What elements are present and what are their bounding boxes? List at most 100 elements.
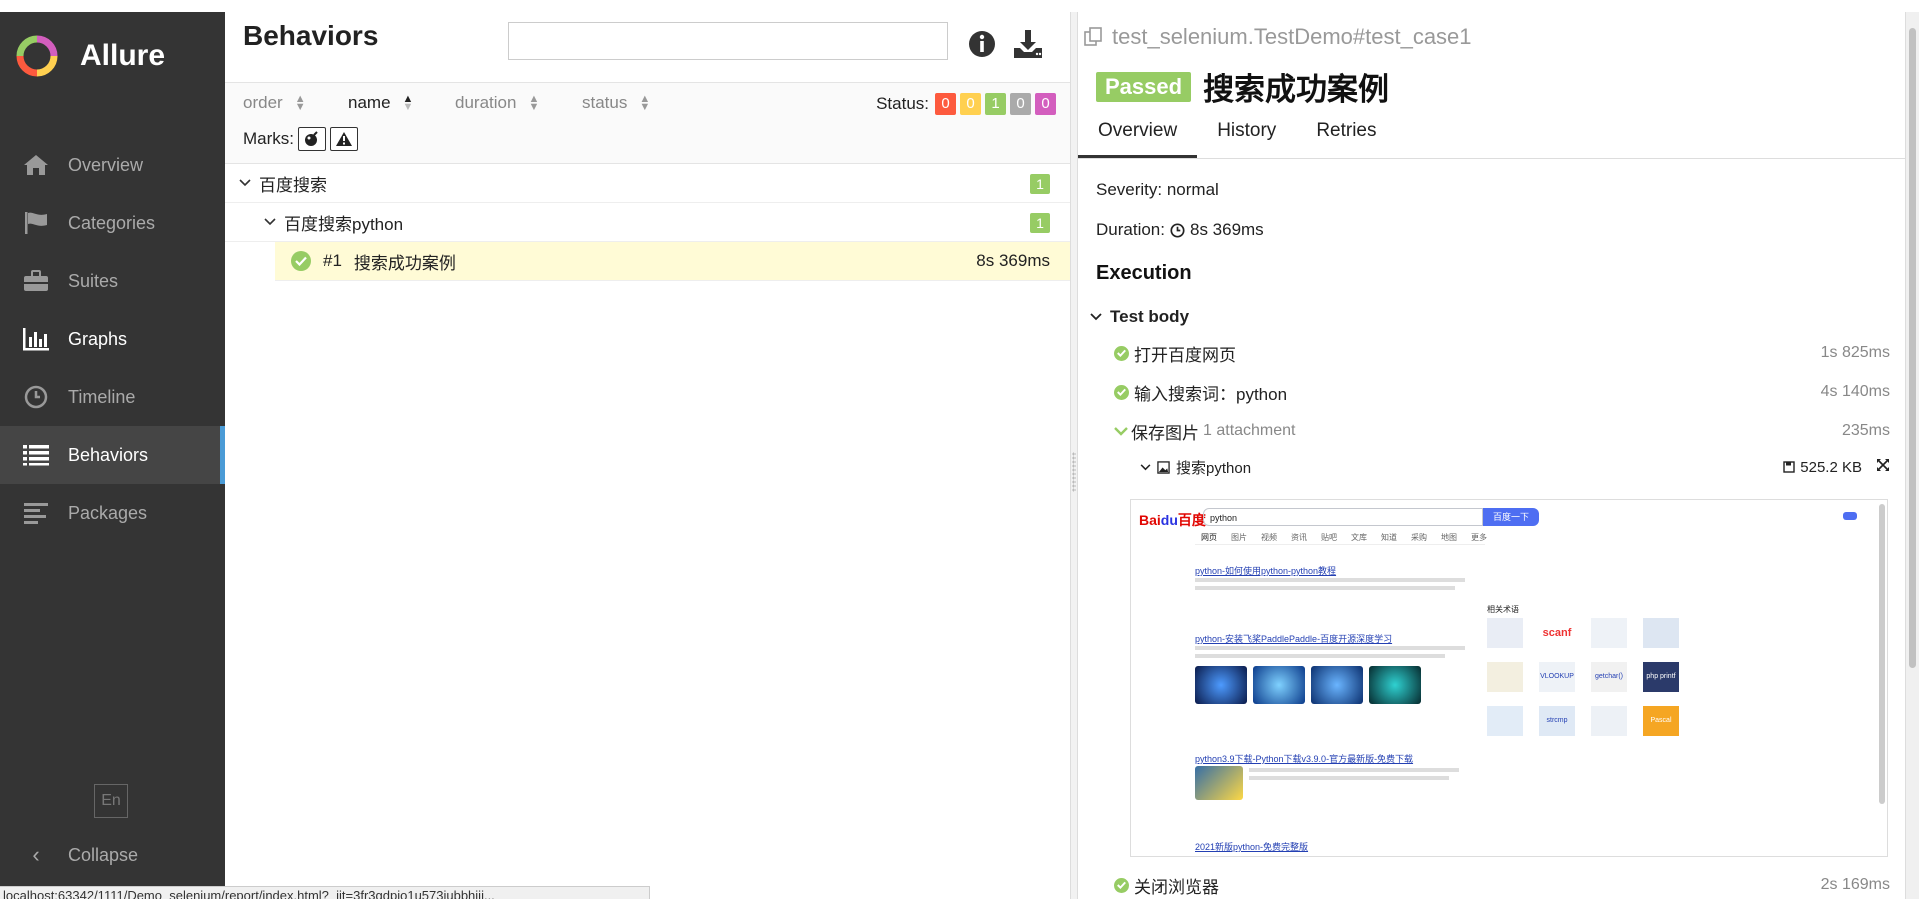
sort-toolbar: order ▲ ▼ name ▲ ▼ duration ▲ ▼ status ▲ ▼ S… [225, 82, 1070, 164]
step-row[interactable]: 输入搜索词：python 4s 140ms [1114, 377, 1890, 407]
thumb-right-tile [1591, 706, 1627, 736]
clock-icon [22, 384, 50, 410]
sidebar-item-label: Suites [68, 270, 119, 291]
save-icon [1783, 461, 1795, 473]
thumb-result-line [1195, 654, 1445, 658]
tab-retries[interactable]: Retries [1296, 114, 1396, 158]
thumb-nav-item: 文库 [1351, 533, 1367, 542]
attachment-size-value: 525.2 KB [1800, 458, 1862, 476]
duration: Duration: 8s 369ms [1096, 220, 1264, 240]
sidebar-item-label: Packages [68, 502, 148, 523]
marks-label: Marks: [243, 129, 294, 148]
collapse-button[interactable]: ‹ Collapse [22, 840, 138, 870]
new-failed-mark-button[interactable] [330, 127, 358, 151]
step-time: 4s 140ms [1820, 383, 1890, 400]
expand-icon[interactable] [1876, 458, 1890, 476]
search-input[interactable] [508, 22, 948, 60]
passed-check-icon [291, 251, 311, 271]
chevron-down-icon [1114, 426, 1128, 436]
sort-arrows-icon: ▲ ▼ [294, 93, 306, 113]
passed-check-icon [1114, 384, 1129, 400]
sort-arrows-icon: ▲ ▼ [402, 93, 414, 113]
copy-icon[interactable] [1084, 27, 1104, 47]
sidebar-item-behaviors[interactable]: Behaviors [0, 426, 225, 484]
step-row[interactable]: 关闭浏览器 2s 169ms [1114, 870, 1890, 899]
thumb-result-image [1253, 666, 1305, 704]
thumb-divider [1195, 544, 1485, 545]
home-icon [22, 152, 50, 178]
download-icon[interactable] [1012, 28, 1044, 60]
sidebar-item-suites[interactable]: Suites [0, 252, 225, 310]
thumb-search-button: 百度一下 [1483, 508, 1539, 526]
status-badge-skipped[interactable]: 0 [1010, 93, 1031, 115]
sidebar-item-label: Categories [68, 212, 156, 233]
thumb-right-tile: scanf [1539, 618, 1575, 648]
sidebar-item-overview[interactable]: Overview [0, 136, 225, 194]
chevron-down-icon [1140, 463, 1151, 470]
thumb-nav-item: 更多 [1471, 533, 1487, 542]
tree-group-count: 1 [1030, 174, 1050, 194]
thumb-nav-item: 贴吧 [1321, 533, 1337, 542]
sidebar-item-categories[interactable]: Categories [0, 194, 225, 252]
behaviors-tree: 百度搜索 1 百度搜索python 1 #1 搜索成功案例 8s 369ms [225, 164, 1070, 281]
brand[interactable]: Allure [16, 34, 165, 78]
sidebar-item-graphs[interactable]: Graphs [0, 310, 225, 368]
status-badge-passed[interactable]: 1 [985, 93, 1006, 115]
attachment-image[interactable]: Baidu百度 python 百度一下 网页 图片 视频 资讯 贴吧 文库 知道… [1130, 499, 1888, 857]
execution-heading: Execution [1096, 262, 1192, 284]
status-badge-unknown[interactable]: 0 [1035, 93, 1056, 115]
test-body-toggle[interactable]: Test body [1090, 302, 1890, 332]
tree-leaf-duration: 8s 369ms [976, 251, 1050, 270]
sidebar-item-timeline[interactable]: Timeline [0, 368, 225, 426]
info-icon[interactable] [968, 30, 996, 58]
tab-history[interactable]: History [1197, 114, 1296, 158]
right-scrollbar[interactable] [1905, 12, 1919, 899]
step-row[interactable]: 打开百度网页 1s 825ms [1114, 338, 1890, 368]
thumb-nav-item: 采购 [1411, 533, 1427, 542]
attachment-row[interactable]: 搜索python 525.2 KB [1140, 454, 1890, 480]
status-badge-failed[interactable]: 0 [935, 93, 956, 115]
sidebar-item-packages[interactable]: Packages [0, 484, 225, 542]
step-row[interactable]: 保存图片 1 attachment 235ms [1114, 416, 1890, 446]
thumb-login-button [1843, 512, 1857, 520]
chevron-down-icon [262, 215, 278, 229]
marks-filter: Marks: [243, 127, 358, 151]
scrollbar-thumb[interactable] [1909, 28, 1916, 668]
sort-duration[interactable]: duration ▲ ▼ [455, 93, 539, 113]
sort-order[interactable]: order ▲ ▼ [243, 93, 306, 113]
thumb-right-tile: strcmp [1539, 706, 1575, 736]
thumb-right-grid: scanf VLOOKUP getchar() php printf strcm… [1487, 618, 1681, 736]
image-file-icon [1157, 460, 1170, 474]
language-switch[interactable]: En [94, 784, 128, 818]
thumb-nav-item: 资讯 [1291, 533, 1307, 542]
thumb-result-image [1311, 666, 1363, 704]
sort-status[interactable]: status ▲ ▼ [582, 93, 650, 113]
tree-leaf-row[interactable]: #1 搜索成功案例 8s 369ms [275, 242, 1070, 281]
flaky-mark-button[interactable] [298, 127, 326, 151]
briefcase-icon [22, 268, 50, 294]
attachment-name: 搜索python [1176, 459, 1252, 477]
sort-name[interactable]: name ▲ ▼ [348, 93, 413, 113]
grip-icon [1072, 452, 1076, 492]
thumb-right-tile: php printf [1643, 662, 1679, 692]
step-label: 关闭浏览器 [1134, 877, 1219, 897]
chevron-down-icon [237, 176, 253, 190]
thumb-right-tile [1487, 618, 1523, 648]
status-label: Status: [876, 94, 929, 113]
tree-group-row[interactable]: 百度搜索 1 [225, 164, 1070, 203]
thumb-result-line [1195, 646, 1465, 650]
behaviors-pane: Behaviors order ▲ ▼ name ▲ ▼ duration ▲ ▼ s… [225, 12, 1070, 899]
thumb-right-tile: getchar() [1591, 662, 1627, 692]
testcase-pane: test_selenium.TestDemo#test_case1 Passed… [1078, 12, 1905, 899]
status-badge-broken[interactable]: 0 [960, 93, 981, 115]
thumb-result-title: python-如何使用python-python教程 [1195, 566, 1337, 576]
thumb-result-title: 2021新版python-免费完整版 [1195, 842, 1309, 852]
page-title: Behaviors [243, 20, 379, 51]
pane-resize-handle[interactable] [1070, 12, 1078, 899]
tree-subgroup-row[interactable]: 百度搜索python 1 [225, 203, 1070, 242]
sort-name-label: name [348, 93, 391, 112]
tab-overview[interactable]: Overview [1078, 114, 1198, 158]
step-time: 2s 169ms [1820, 876, 1890, 893]
sort-arrows-icon: ▲ ▼ [528, 93, 540, 113]
thumb-scrollbar [1879, 504, 1885, 804]
